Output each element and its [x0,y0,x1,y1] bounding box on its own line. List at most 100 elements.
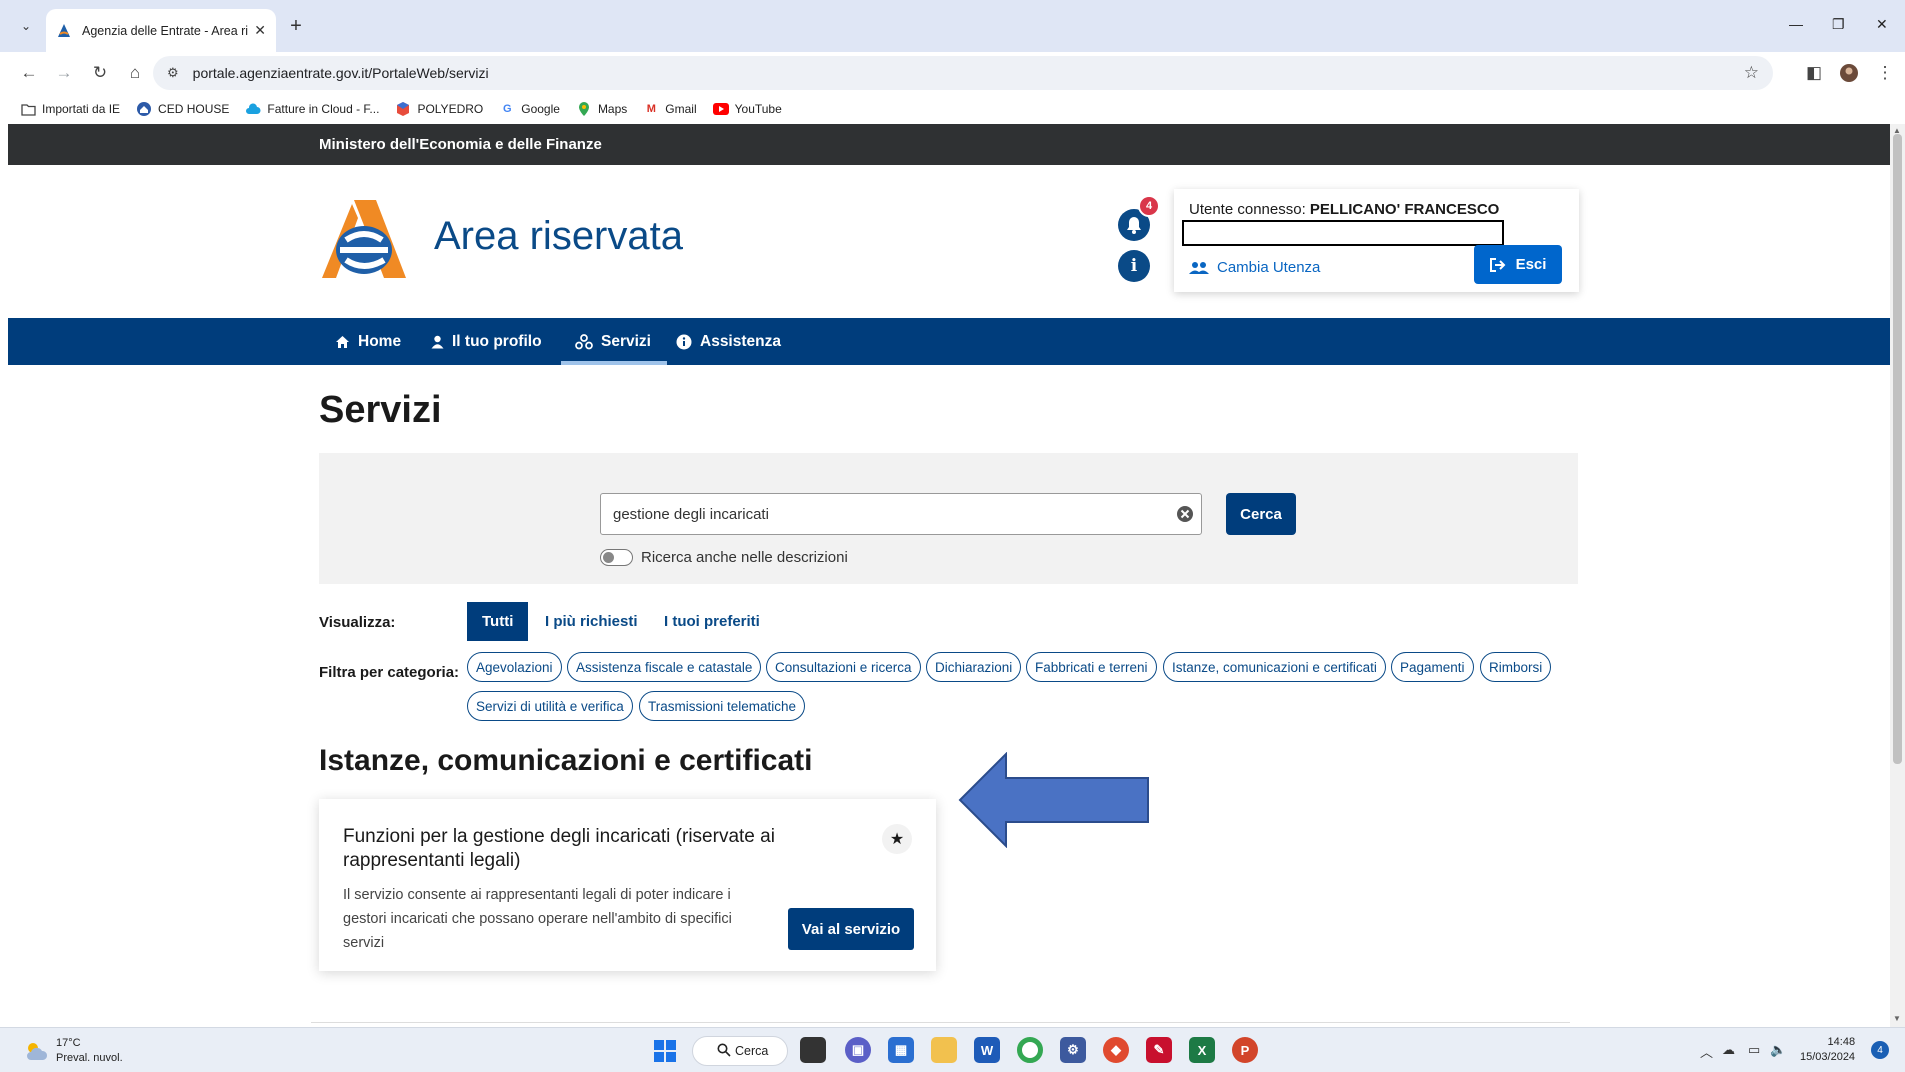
profile-avatar[interactable] [1838,62,1860,84]
file-explorer-icon[interactable] [931,1037,957,1063]
category-chip-agevolazioni[interactable]: Agevolazioni [467,652,562,682]
teams-chat-icon[interactable]: ▣ [845,1037,871,1063]
nav-profile[interactable]: Il tuo profilo [431,318,542,365]
nav-assistance[interactable]: Assistenza [676,318,781,365]
search-button[interactable]: Cerca [1226,493,1296,535]
site-title: Area riservata [434,214,683,258]
back-arrow-icon[interactable]: ← [18,62,40,84]
side-panel-icon[interactable]: ◧ [1803,62,1825,84]
tab-search-chevron-icon[interactable]: ⌄ [14,14,38,38]
description-search-label: Ricerca anche nelle descrizioni [641,549,848,566]
browser-tab-active[interactable]: Agenzia delle Entrate - Area ris ✕ [46,9,276,52]
site-header: Area riservata 4 i Utente connesso: PELL… [8,165,1890,318]
ministry-name[interactable]: Ministero dell'Economia e delle Finanze [319,136,602,153]
system-clock[interactable]: 14:48 15/03/2024 [1800,1035,1855,1065]
task-view-icon[interactable] [800,1037,826,1063]
info-button[interactable]: i [1118,250,1150,282]
notification-center-badge[interactable]: 4 [1871,1041,1889,1059]
windows-taskbar: 17°C Preval. nuvol. Cerca ▣ ▦ W ⚙ ◆ ✎ X … [0,1027,1905,1072]
category-chip-rimborsi[interactable]: Rimborsi [1480,652,1552,682]
logout-button[interactable]: Esci [1474,245,1562,284]
agenzia-favicon-icon [58,23,70,37]
category-chip-trasmissioni[interactable]: Trasmissioni telematiche [639,691,806,721]
word-icon[interactable]: W [974,1037,1000,1063]
bookmark-label: Google [521,102,560,116]
home-button-icon[interactable]: ⌂ [124,62,146,84]
tab-close-icon[interactable]: ✕ [254,22,266,39]
reload-icon[interactable]: ↻ [89,62,111,84]
bookmark-importati[interactable]: Importati da IE [20,101,120,117]
tab-title: Agenzia delle Entrate - Area ris [82,23,249,38]
category-chip-dichiarazioni[interactable]: Dichiarazioni [926,652,1022,682]
clear-search-icon[interactable] [1175,504,1195,524]
view-tab-most-requested[interactable]: I più richiesti [530,602,653,641]
bookmark-polyedro[interactable]: POLYEDRO [395,101,483,117]
agenzia-entrate-logo[interactable] [318,198,410,280]
nav-services[interactable]: Servizi [561,318,667,365]
weather-temp: 17°C [56,1037,81,1049]
view-tab-all[interactable]: Tutti [467,602,529,641]
chrome-icon[interactable] [1017,1037,1043,1063]
maps-pin-icon [576,101,592,117]
window-close-icon[interactable]: ✕ [1876,16,1888,33]
bookmark-ced-house[interactable]: CED HOUSE [136,101,229,117]
search-panel: gestione degli incaricati Cerca Ricerca … [319,453,1578,584]
services-icon [575,333,593,349]
switch-user-link[interactable]: Cambia Utenza [1189,259,1320,276]
nav-home[interactable]: Home [335,318,401,365]
anydesk-icon[interactable]: ◆ [1103,1037,1129,1063]
bookmark-star-icon[interactable]: ☆ [1744,63,1759,83]
store-icon[interactable]: ▦ [888,1037,914,1063]
filter-label: Filtra per categoria: [319,664,460,681]
bookmark-maps[interactable]: Maps [576,101,627,117]
category-chip-consultazioni[interactable]: Consultazioni e ricerca [766,652,921,682]
scroll-down-arrow-icon[interactable]: ▼ [1893,1014,1901,1023]
category-chip-servizi-utilita[interactable]: Servizi di utilità e verifica [467,691,633,721]
description-search-toggle[interactable] [600,549,633,566]
home-icon [336,335,349,348]
show-hidden-icons-chevron-icon[interactable]: ︿ [1700,1042,1713,1061]
cloudy-sun-icon [27,1043,48,1060]
network-app-icon[interactable]: ⚙ [1060,1037,1086,1063]
address-bar[interactable]: ⚙ portale.agenziaentrate.gov.it/PortaleW… [153,56,1773,90]
minimize-icon[interactable]: — [1789,16,1803,32]
network-icon[interactable]: ▭ [1748,1042,1760,1058]
content-divider [311,1022,1570,1023]
category-chip-assistenza[interactable]: Assistenza fiscale e catastale [567,652,762,682]
cloud-sync-icon[interactable]: ☁ [1722,1042,1735,1058]
notification-badge: 4 [1138,195,1160,217]
scrollbar-thumb[interactable] [1893,134,1902,764]
site-info-icon[interactable]: ⚙ [167,65,179,81]
search-input[interactable]: gestione degli incaricati [600,493,1202,535]
powerpoint-icon[interactable]: P [1232,1037,1258,1063]
weather-widget[interactable]: 17°C Preval. nuvol. [24,1036,123,1066]
weather-text: 17°C Preval. nuvol. [56,1036,123,1066]
bookmark-gmail[interactable]: M Gmail [643,101,697,117]
favorite-star-icon[interactable]: ★ [882,824,912,854]
volume-icon[interactable]: 🔈 [1770,1042,1786,1058]
forward-arrow-icon[interactable]: → [53,62,75,84]
browser-menu-icon[interactable]: ⋮ [1874,62,1896,84]
bookmark-fatture-in-cloud[interactable]: Fatture in Cloud - F... [245,101,379,117]
bookmark-label: Maps [597,102,628,116]
app-red-icon[interactable]: ✎ [1146,1037,1172,1063]
connected-user-name: PELLICANO' FRANCESCO [1309,201,1500,218]
info-circle-icon [676,334,692,349]
bookmark-google[interactable]: G Google [499,101,560,117]
page-scrollbar[interactable]: ▲ ▼ [1890,124,1905,1027]
category-chip-fabbricati[interactable]: Fabbricati e terreni [1026,652,1157,682]
bookmark-label: Fatture in Cloud - F... [267,102,380,116]
bookmark-youtube[interactable]: YouTube [712,101,782,117]
category-chip-pagamenti[interactable]: Pagamenti [1391,652,1474,682]
windows-start-icon[interactable] [654,1040,676,1062]
excel-icon[interactable]: X [1189,1037,1215,1063]
service-card-title: Funzioni per la gestione degli incaricat… [343,826,775,871]
go-to-service-button[interactable]: Vai al servizio [788,908,914,950]
restore-icon[interactable]: ❐ [1832,16,1845,33]
category-chip-istanze[interactable]: Istanze, comunicazioni e certificati [1163,652,1386,682]
taskbar-search[interactable]: Cerca [692,1036,788,1066]
bookmark-label: CED HOUSE [158,102,230,116]
ministry-bar: Ministero dell'Economia e delle Finanze [8,124,1890,165]
view-tab-favorites[interactable]: I tuoi preferiti [649,602,775,641]
new-tab-plus-icon[interactable]: + [284,14,308,38]
